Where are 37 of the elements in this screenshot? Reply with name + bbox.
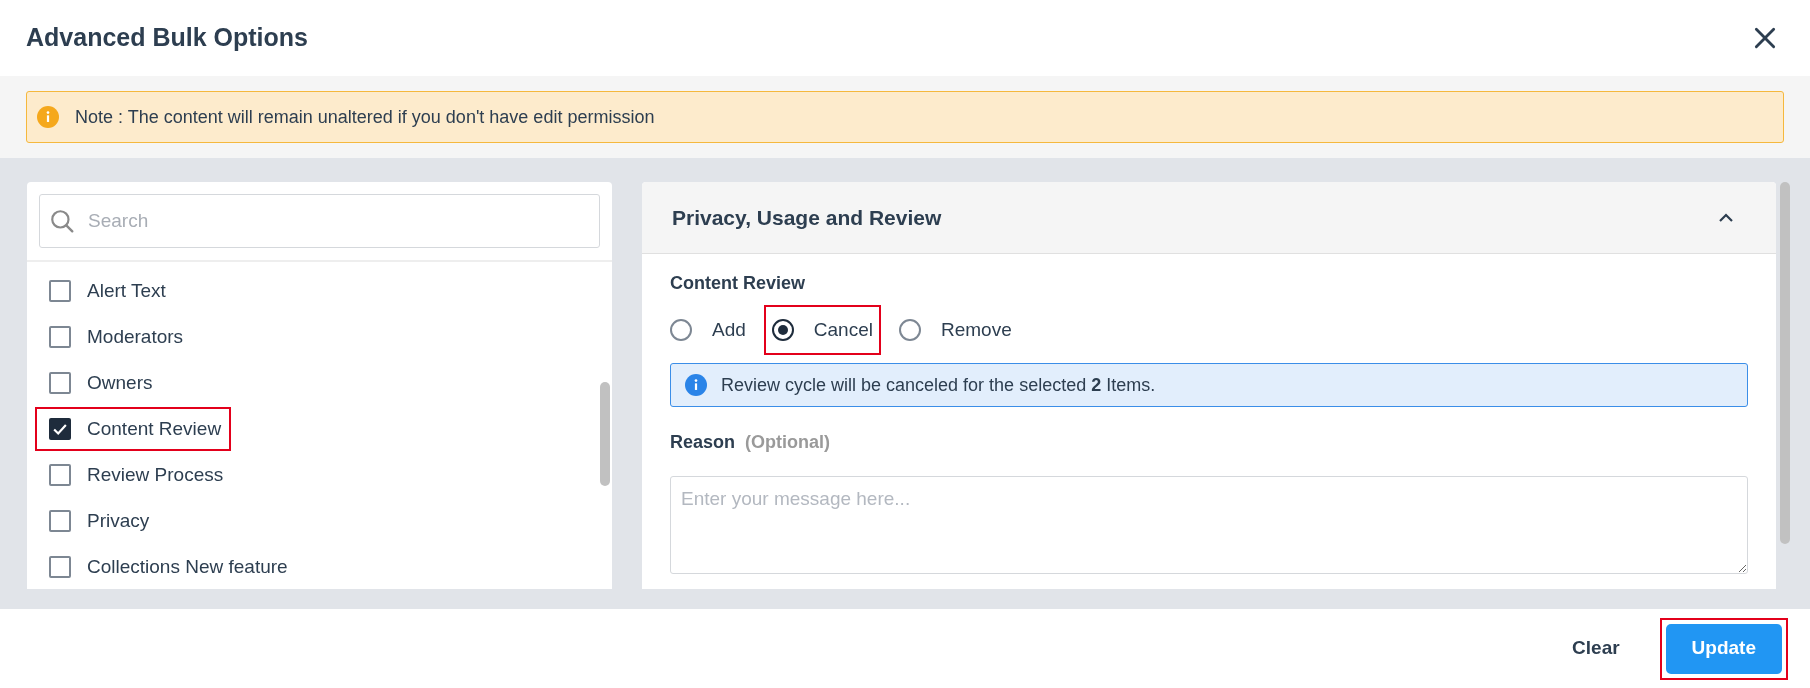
radio-option[interactable]: Remove xyxy=(892,307,1018,353)
radio-button[interactable] xyxy=(898,319,921,341)
radio-option[interactable]: Add xyxy=(670,307,752,353)
checkbox[interactable] xyxy=(49,326,71,348)
info-icon xyxy=(37,106,59,128)
checkbox-item[interactable]: Owners xyxy=(37,363,161,403)
search-icon xyxy=(49,208,75,234)
checkbox-item[interactable]: Collections New feature xyxy=(37,547,296,587)
note-text: Note : The content will remain unaltered if you don't have edit permission xyxy=(75,105,655,129)
close-icon[interactable] xyxy=(1752,25,1778,51)
radio-option[interactable]: Cancel xyxy=(765,307,879,353)
info-icon xyxy=(685,374,707,396)
search-field[interactable]: Search xyxy=(39,194,600,248)
section-header[interactable]: Privacy, Usage and Review xyxy=(642,182,1776,254)
checkbox-item[interactable]: Content Review xyxy=(37,409,230,449)
reason-label: Reason xyxy=(670,431,736,454)
checkbox-item[interactable]: Alert Text xyxy=(37,271,174,311)
checkbox[interactable] xyxy=(49,372,71,394)
checkbox-item[interactable]: Moderators xyxy=(37,317,192,357)
checkbox-item[interactable]: Privacy xyxy=(37,501,158,541)
optional-hint: (Optional) xyxy=(745,431,830,454)
radio-button[interactable] xyxy=(670,319,692,341)
checkbox[interactable] xyxy=(49,418,71,440)
content-review-label: Content Review xyxy=(670,272,806,295)
scrollbar-thumb[interactable] xyxy=(1780,182,1790,544)
checkbox[interactable] xyxy=(49,510,71,532)
reason-field[interactable]: Enter your message here... xyxy=(670,476,1748,574)
checkbox-item[interactable]: Review Process xyxy=(37,455,232,495)
radio-button[interactable] xyxy=(771,319,794,341)
info-text: Review cycle will be canceled for the selected 2 Items. xyxy=(721,373,1156,397)
section-title: Privacy, Usage and Review xyxy=(672,204,942,231)
checkbox[interactable] xyxy=(49,556,71,578)
scrollbar-thumb[interactable] xyxy=(600,382,610,486)
checkbox[interactable] xyxy=(49,464,71,486)
dialog-title: Advanced Bulk Options xyxy=(26,22,308,54)
clear-button[interactable]: Clear xyxy=(1560,623,1632,674)
checkbox[interactable] xyxy=(49,280,71,302)
